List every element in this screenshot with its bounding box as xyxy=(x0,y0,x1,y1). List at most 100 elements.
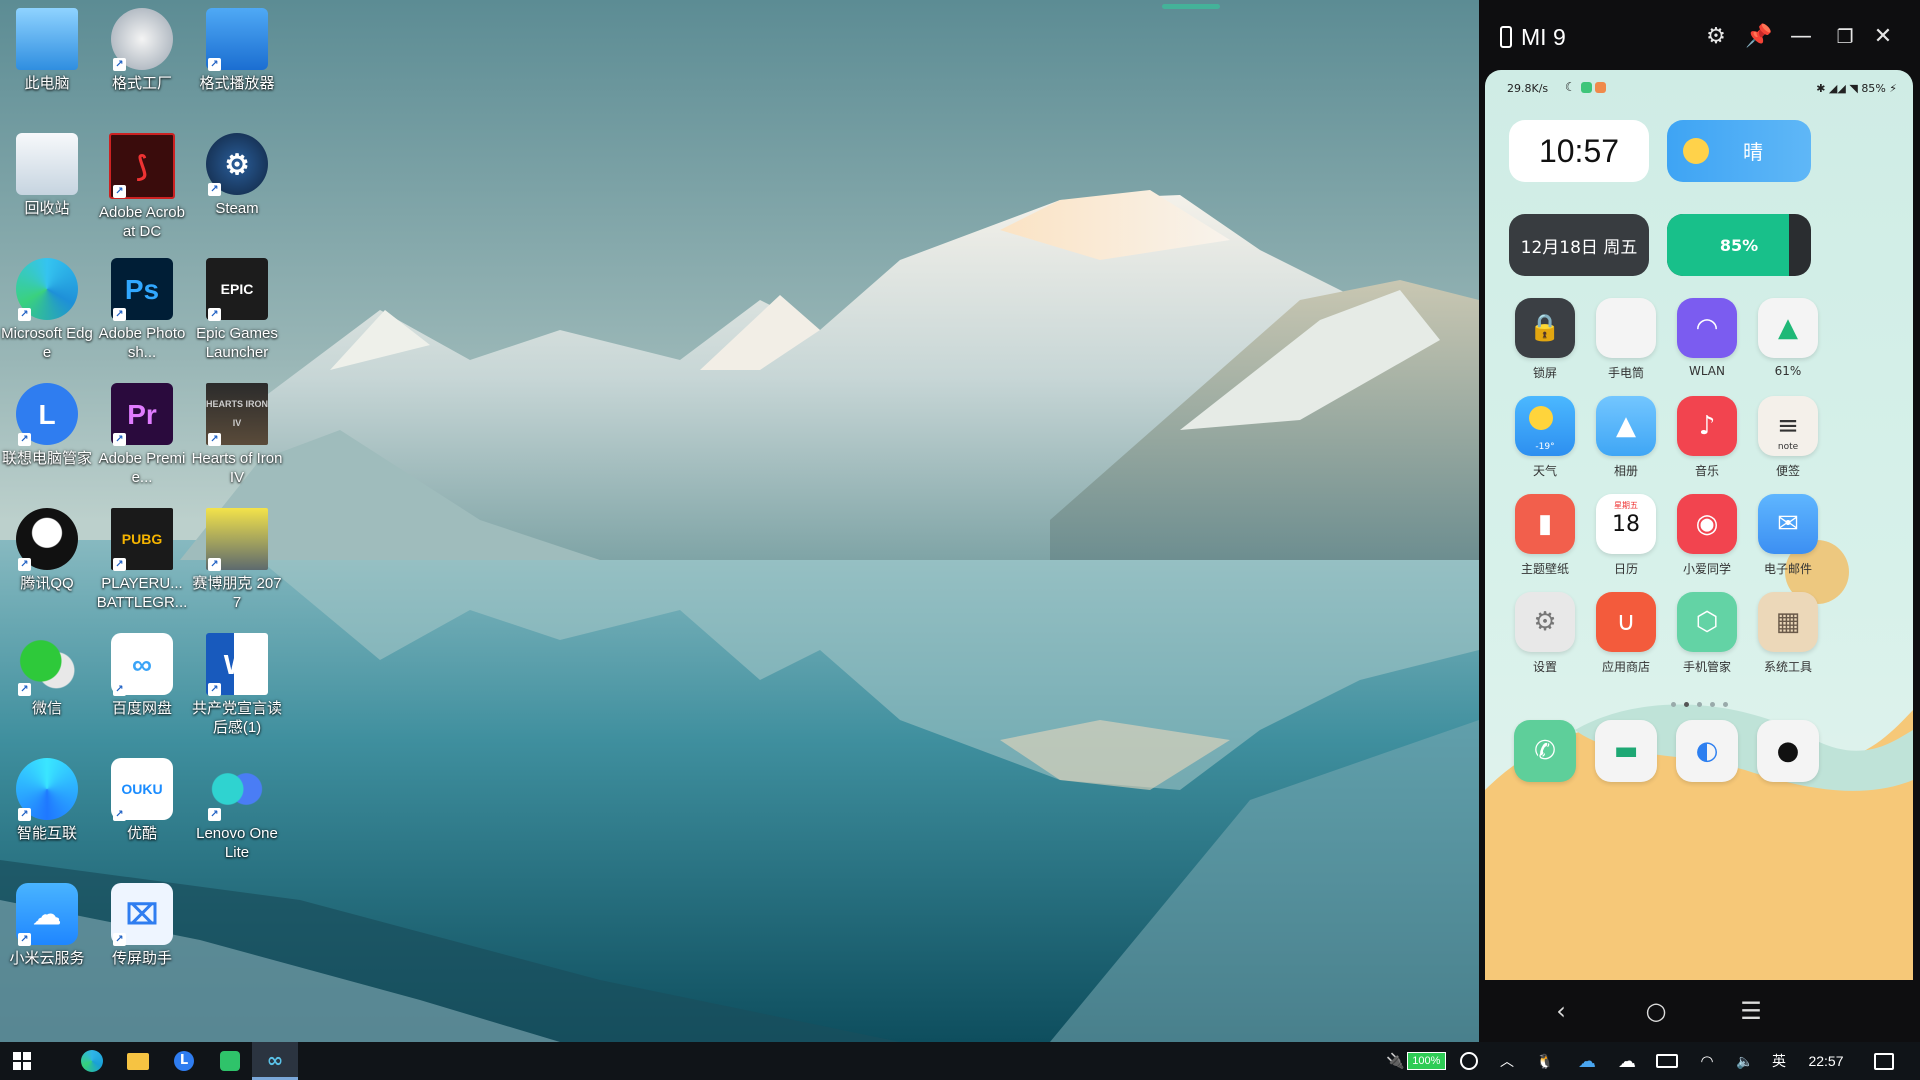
battery-widget[interactable]: 85% xyxy=(1667,214,1811,276)
desktop-icon[interactable]: ↗ 赛博朋克 2077 xyxy=(190,508,284,612)
page-dot[interactable] xyxy=(1696,702,1702,707)
themes-icon: ▮ xyxy=(1515,494,1575,554)
desktop-icon-label: Epic Games Launcher xyxy=(196,325,278,361)
date-widget[interactable]: 12月18日 周五 xyxy=(1509,214,1649,276)
app-tile[interactable]: ♪ 音乐 xyxy=(1667,396,1747,479)
desktop-icon[interactable]: EPIC ↗ Epic Games Launcher xyxy=(190,258,284,362)
show-hidden-icons[interactable]: ︿ xyxy=(1494,1042,1520,1080)
input-method[interactable]: 英 xyxy=(1766,1042,1792,1080)
app-label: 主题壁纸 xyxy=(1520,562,1569,576)
taskbar-android-app[interactable] xyxy=(210,1042,250,1080)
desktop-icon[interactable]: ↗ Lenovo One Lite xyxy=(190,758,284,862)
page-indicator xyxy=(1485,702,1913,712)
desktop-icon[interactable]: PUBG ↗ PLAYERU... BATTLEGR... xyxy=(95,508,189,612)
photoshop-icon: Ps ↗ xyxy=(111,258,173,321)
battery-status-icon: % ⚡ xyxy=(1875,82,1897,95)
minimize-icon[interactable]: — xyxy=(1784,20,1818,54)
app-tile[interactable]: -19° 天气 xyxy=(1505,396,1585,479)
app-glyph: ∪ xyxy=(1616,607,1636,637)
battery-indicator[interactable]: 🔌 100% xyxy=(1386,1042,1446,1080)
tray-qq[interactable]: 🐧 xyxy=(1532,1042,1558,1080)
settings-gear-icon[interactable]: ⚙ xyxy=(1699,20,1733,54)
app-tile[interactable]: ▮ 主题壁纸 xyxy=(1505,494,1585,577)
page-dot[interactable] xyxy=(1683,702,1689,707)
desktop-icon[interactable]: ↗ 智能互联 xyxy=(0,758,94,843)
desktop-icon[interactable]: ↗ 微信 xyxy=(0,633,94,718)
tray-app-icon[interactable] xyxy=(1456,1042,1482,1080)
clock-widget[interactable]: 10:57 xyxy=(1509,120,1649,182)
app-tile[interactable]: 🔒 锁屏 xyxy=(1505,298,1585,381)
calendar-day: 18 xyxy=(1612,512,1640,537)
taskbar-file-explorer[interactable] xyxy=(118,1042,158,1080)
maximize-icon[interactable]: ❐ xyxy=(1828,20,1862,54)
recents-icon[interactable]: ☰ xyxy=(1731,994,1771,1028)
app-tile[interactable]: ∪ 应用商店 xyxy=(1586,592,1666,675)
app-tile[interactable]: ⬡ 手机管家 xyxy=(1667,592,1747,675)
app-tile[interactable]: ▦ 系统工具 xyxy=(1748,592,1828,675)
desktop-icon[interactable]: W ↗ 共产党宣言读后感(1) xyxy=(190,633,284,737)
word-doc-icon: W ↗ xyxy=(206,633,268,696)
app-tile[interactable]: ▲ 61% xyxy=(1748,298,1828,378)
app-tile[interactable]: ▲ 相册 xyxy=(1586,396,1666,479)
app-tile[interactable]: 手电筒 xyxy=(1586,298,1666,381)
desktop-icon[interactable]: Ps ↗ Adobe Photosh... xyxy=(95,258,189,362)
page-dot[interactable] xyxy=(1722,702,1728,707)
phone-window-title: MI 9 xyxy=(1521,24,1566,50)
close-icon[interactable]: ✕ xyxy=(1866,20,1900,54)
desktop-icon[interactable]: ⟆ ↗ Adobe Acrobat DC xyxy=(95,133,189,241)
desktop-icon[interactable]: ⚙ ↗ Steam xyxy=(190,133,284,218)
pin-icon[interactable]: 📌 xyxy=(1742,20,1776,54)
weather-icon: -19° xyxy=(1515,396,1575,456)
desktop-icon[interactable]: ↗ Microsoft Edge xyxy=(0,258,94,362)
shortcut-arrow-icon: ↗ xyxy=(208,308,221,321)
tray-battery[interactable] xyxy=(1652,1042,1682,1080)
desktop-icon-label: 智能互联 xyxy=(16,825,77,842)
clock[interactable]: 22:57 xyxy=(1796,1042,1856,1080)
shortcut-arrow-icon: ↗ xyxy=(208,558,221,571)
desktop-icon[interactable]: ↗ 腾讯QQ xyxy=(0,508,94,593)
tray-network[interactable]: ◜◝ xyxy=(1692,1042,1722,1080)
pubg-icon: PUBG ↗ xyxy=(111,508,173,571)
desktop-icon[interactable]: HEARTS IRON IV ↗ Hearts of Iron IV xyxy=(190,383,284,487)
epic-games-icon: EPIC ↗ xyxy=(206,258,268,321)
icon-glyph: PUBG xyxy=(121,530,163,547)
desktop-icon[interactable]: 回收站 xyxy=(0,133,94,218)
app-tile[interactable]: ≡ note 便签 xyxy=(1748,396,1828,479)
app-tile[interactable]: ✉ 电子邮件 xyxy=(1748,494,1828,577)
page-dot[interactable] xyxy=(1709,702,1715,707)
tray-onedrive[interactable]: ☁ xyxy=(1572,1042,1602,1080)
app-tile[interactable]: ◐ xyxy=(1667,720,1747,788)
desktop-icon[interactable]: Pr ↗ Adobe Premie... xyxy=(95,383,189,487)
desktop-icon[interactable]: ↗ 格式播放器 xyxy=(190,8,284,93)
taskbar-phone-mirror[interactable]: ∞ xyxy=(252,1042,298,1080)
phone-window-titlebar[interactable]: MI 9 ⚙ 📌 — ❐ ✕ xyxy=(1479,0,1920,76)
app-tile[interactable]: ⚙ 设置 xyxy=(1505,592,1585,675)
youku-icon: OUKU ↗ xyxy=(111,758,173,821)
app-tile[interactable]: ◠ WLAN xyxy=(1667,298,1747,378)
back-icon[interactable]: ‹ xyxy=(1541,994,1581,1028)
page-dot[interactable] xyxy=(1670,702,1676,707)
desktop-icon[interactable]: L ↗ 联想电脑管家 xyxy=(0,383,94,468)
taskbar-lenovo-manager[interactable]: L xyxy=(164,1042,204,1080)
desktop-icon[interactable]: ⌧ ↗ 传屏助手 xyxy=(95,883,189,968)
app-tile[interactable]: ● xyxy=(1748,720,1828,788)
desktop-icon[interactable]: OUKU ↗ 优酷 xyxy=(95,758,189,843)
start-button[interactable] xyxy=(0,1042,44,1080)
taskbar-edge[interactable] xyxy=(72,1042,112,1080)
app-tile[interactable]: ▬ xyxy=(1586,720,1666,788)
action-center[interactable] xyxy=(1864,1042,1904,1080)
app-tile[interactable]: ✆ xyxy=(1505,720,1585,788)
app-tile[interactable]: 星期五 18 日历 xyxy=(1586,494,1666,577)
desktop-icon[interactable]: ☁ ↗ 小米云服务 xyxy=(0,883,94,968)
screen-drag-handle[interactable] xyxy=(1162,4,1220,9)
desktop-icon[interactable]: 此电脑 xyxy=(0,8,94,93)
tray-volume[interactable]: 🔈 xyxy=(1730,1042,1760,1080)
icon-glyph: HEARTS IRON IV xyxy=(206,399,269,428)
weather-widget[interactable]: 晴 xyxy=(1667,120,1811,182)
home-icon[interactable]: ○ xyxy=(1636,994,1676,1028)
desktop-icon[interactable]: ↗ 格式工厂 xyxy=(95,8,189,93)
app-tile[interactable]: ◉ 小爱同学 xyxy=(1667,494,1747,577)
desktop-icon-label: Steam xyxy=(215,200,259,217)
tray-cloud[interactable]: ☁ xyxy=(1612,1042,1642,1080)
desktop-icon[interactable]: ∞ ↗ 百度网盘 xyxy=(95,633,189,718)
